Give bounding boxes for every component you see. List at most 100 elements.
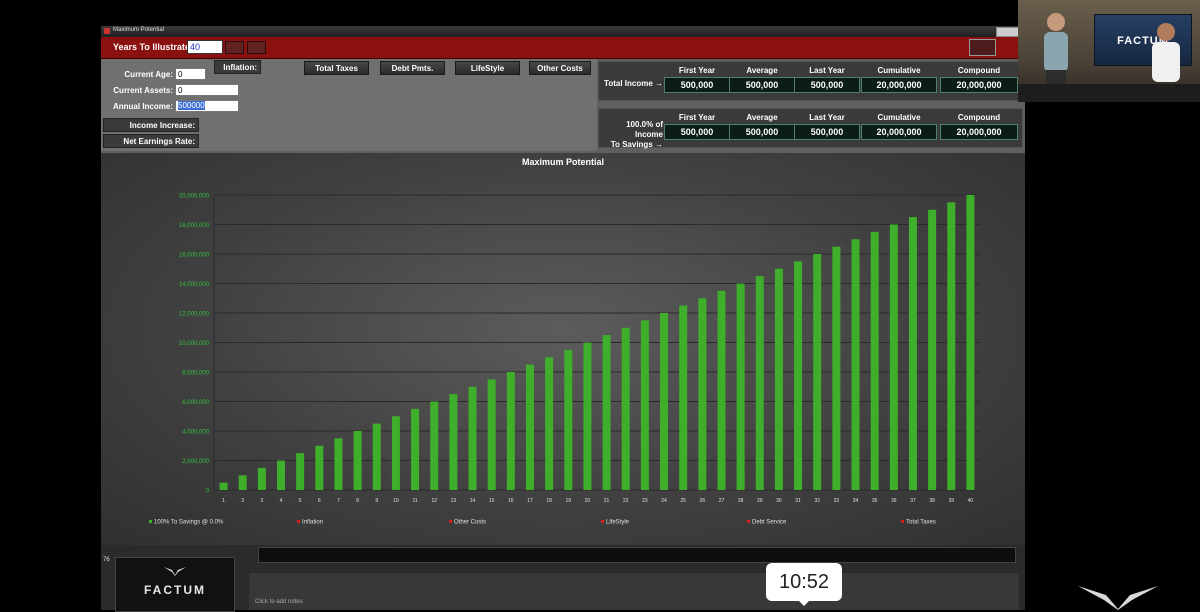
x-tick-label: 26: [700, 498, 706, 504]
x-tick-label: 24: [661, 498, 667, 504]
x-tick-label: 31: [795, 498, 801, 504]
data-bar: [257, 467, 266, 490]
x-tick-label: 30: [776, 498, 782, 504]
legend-label: Total Taxes: [906, 520, 936, 526]
x-tick-label: 1: [222, 498, 225, 504]
y-tick-label: 0: [206, 489, 210, 495]
data-bar: [621, 327, 630, 490]
thumbnail-brand: FACTUM: [144, 583, 206, 597]
summary-header-compound: Compound: [957, 66, 1001, 75]
x-tick-label: 34: [853, 498, 859, 504]
data-bar: [449, 394, 458, 490]
savings-label: 100.0% of Income To Savings →: [599, 120, 663, 150]
x-tick-label: 8: [356, 498, 359, 504]
annual-income-value: 500000: [178, 101, 205, 110]
data-bar: [277, 460, 286, 490]
data-bar: [219, 482, 228, 490]
savings-label-line2: To Savings →: [610, 140, 663, 149]
total-income-first-year: 500,000: [664, 77, 730, 93]
y-tick-label: 8,000,000: [182, 371, 209, 377]
header-bar: Years To Illustrate:: [101, 37, 1025, 59]
current-assets-label: Current Assets:: [113, 86, 173, 95]
data-bar: [487, 379, 496, 490]
debt-payments-button[interactable]: Debt Pmts.: [380, 61, 445, 75]
legend-swatch: [747, 520, 750, 523]
data-bar: [813, 254, 822, 490]
total-income-last-year: 500,000: [794, 77, 860, 93]
lower-panel: FACTUM 76 Click to add notes: [101, 545, 1025, 612]
lifestyle-button[interactable]: LifeStyle: [455, 61, 520, 75]
print-button[interactable]: [969, 39, 996, 56]
total-income-summary: Total Income → First Year Average Last Y…: [598, 61, 1023, 101]
data-bar: [411, 408, 420, 490]
data-bar: [832, 246, 841, 490]
savings-label-line1: 100.0% of Income: [626, 120, 663, 139]
y-tick-label: 12,000,000: [179, 312, 210, 318]
data-bar: [583, 342, 592, 490]
x-tick-label: 23: [642, 498, 648, 504]
summary-header-cumulative: Cumulative: [877, 66, 921, 75]
x-tick-label: 29: [757, 498, 763, 504]
x-tick-label: 19: [565, 498, 571, 504]
y-tick-label: 10,000,000: [179, 341, 210, 347]
timer-badge: 10:52: [766, 563, 842, 601]
years-decrement-button[interactable]: [225, 41, 244, 54]
net-earnings-label: Net Earnings Rate:: [103, 134, 199, 148]
app-icon: [104, 28, 110, 34]
data-bar: [870, 231, 879, 490]
factum-logo-icon: [1078, 586, 1158, 610]
x-tick-label: 12: [431, 498, 437, 504]
data-bar: [794, 261, 803, 490]
x-tick-label: 14: [470, 498, 476, 504]
legend-swatch: [601, 520, 604, 523]
data-bar: [353, 431, 362, 490]
annual-income-label: Annual Income:: [112, 102, 173, 111]
y-tick-label: 6,000,000: [182, 400, 209, 406]
notes-area[interactable]: Click to add notes: [249, 573, 1019, 610]
data-bar: [468, 386, 477, 490]
x-tick-label: 33: [834, 498, 840, 504]
years-label: Years To Illustrate:: [113, 42, 193, 52]
other-costs-button[interactable]: Other Costs: [529, 61, 591, 75]
y-tick-label: 16,000,000: [179, 253, 210, 259]
legend-label: Other Costs: [454, 520, 486, 526]
legend-label: Debt Service: [752, 520, 787, 526]
summary-header-cumulative: Cumulative: [877, 113, 921, 122]
years-input[interactable]: [187, 40, 223, 54]
timer-pointer: [798, 600, 810, 606]
data-bar: [679, 305, 688, 490]
data-bar: [525, 364, 534, 490]
data-bar: [238, 475, 247, 490]
webcam-overlay: FACTUM: [1018, 0, 1200, 102]
legend-swatch: [901, 520, 904, 523]
summary-header-average: Average: [746, 113, 778, 122]
years-increment-button[interactable]: [247, 41, 266, 54]
current-age-label: Current Age:: [124, 70, 173, 79]
data-bar: [545, 357, 554, 490]
data-bar: [889, 224, 898, 490]
data-bar: [717, 290, 726, 490]
timeline-strip: [258, 547, 1016, 563]
x-tick-label: 7: [337, 498, 340, 504]
annual-income-input[interactable]: 500000: [175, 100, 239, 112]
summary-header-compound: Compound: [957, 113, 1001, 122]
savings-first-year: 500,000: [664, 124, 730, 140]
x-tick-label: 27: [719, 498, 725, 504]
legend-swatch: [149, 520, 152, 523]
x-tick-label: 17: [527, 498, 533, 504]
data-bar: [774, 268, 783, 490]
data-bar: [430, 401, 439, 490]
legend-swatch: [297, 520, 300, 523]
data-bar: [966, 195, 975, 490]
current-assets-input[interactable]: [175, 84, 239, 96]
data-bar: [736, 283, 745, 490]
y-tick-label: 14,000,000: [179, 282, 210, 288]
savings-compound: 20,000,000: [940, 124, 1018, 140]
x-tick-label: 28: [738, 498, 744, 504]
total-taxes-button[interactable]: Total Taxes: [304, 61, 369, 75]
y-tick-label: 4,000,000: [182, 430, 209, 436]
data-bar: [372, 423, 381, 490]
slide-thumbnail[interactable]: FACTUM: [115, 557, 235, 612]
current-age-input[interactable]: [175, 68, 206, 80]
legend-swatch: [449, 520, 452, 523]
